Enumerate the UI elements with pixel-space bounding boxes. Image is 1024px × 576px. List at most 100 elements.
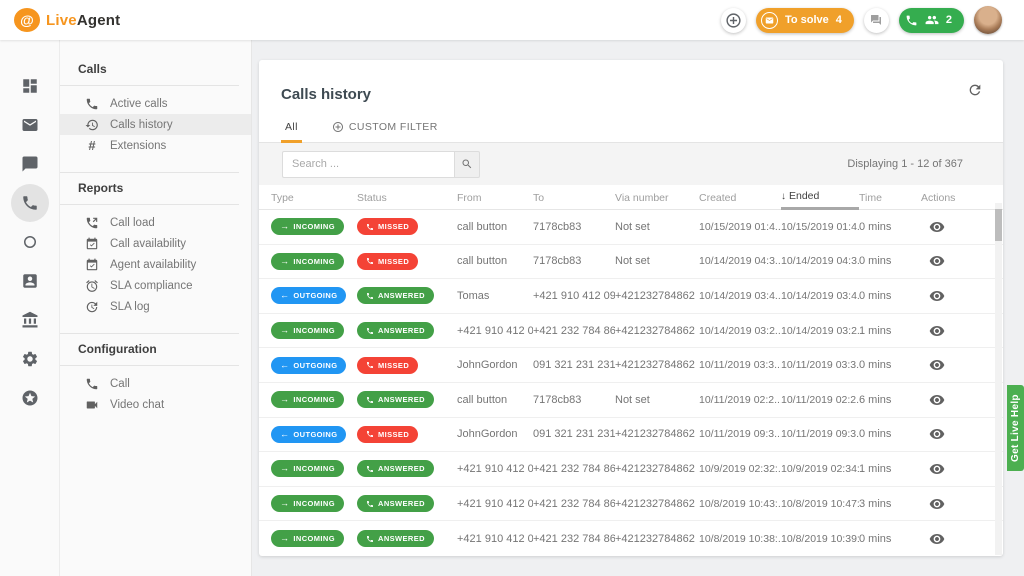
phone-icon <box>366 535 374 543</box>
sidebar-item-agent-availability[interactable]: Agent availability <box>60 254 251 275</box>
sidebar-item-call-availability[interactable]: Call availability <box>60 233 251 254</box>
phone-icon <box>21 194 39 212</box>
eye-icon <box>929 323 945 339</box>
phone-icon <box>366 257 374 265</box>
sidebar-item-sla-log[interactable]: SLA log <box>60 296 251 317</box>
view-call-button[interactable] <box>921 426 945 442</box>
table-scrollbar[interactable] <box>995 203 1002 555</box>
chats-button[interactable] <box>864 8 889 33</box>
rail-item-contacts[interactable] <box>11 262 49 300</box>
section-divider <box>60 365 239 366</box>
rail-item-settings[interactable] <box>11 340 49 378</box>
table-row[interactable]: →INCOMINGMISSEDcall button7178cb83Not se… <box>259 210 1003 245</box>
cell-via-number: +421232784862 <box>615 290 699 302</box>
view-call-button[interactable] <box>921 357 945 373</box>
sidebar-item-call-load[interactable]: Call load <box>60 212 251 233</box>
scrollbar-thumb[interactable] <box>995 209 1002 241</box>
column-header-ended[interactable]: ↓Ended <box>781 185 859 210</box>
to-solve-button[interactable]: To solve 4 <box>756 8 854 33</box>
tab-all[interactable]: All <box>281 121 302 142</box>
table-row[interactable]: ←OUTGOINGANSWEREDTomas+421 910 412 090+4… <box>259 279 1003 314</box>
view-call-button[interactable] <box>921 219 945 235</box>
cell-created: 10/15/2019 01:4... <box>699 221 781 233</box>
cell-created: 10/14/2019 04:3... <box>699 255 781 267</box>
view-call-button[interactable] <box>921 253 945 269</box>
view-call-button[interactable] <box>921 288 945 304</box>
column-header-via[interactable]: Via number <box>615 185 699 210</box>
column-label: Type <box>271 192 294 204</box>
tab-custom-filter[interactable]: CUSTOM FILTER <box>328 121 442 142</box>
cell-via-number: +421232784862 <box>615 498 699 510</box>
cell-created: 10/11/2019 02:2... <box>699 394 781 406</box>
sidebar-item-label: Call load <box>110 217 155 229</box>
cell-type: →INCOMING <box>271 530 357 547</box>
cell-from: +421 910 412 090 <box>457 325 533 337</box>
cell-status: MISSED <box>357 253 457 270</box>
cell-created: 10/8/2019 10:43:... <box>699 498 781 510</box>
rail-item-phone[interactable] <box>11 184 49 222</box>
search-button[interactable] <box>454 151 480 178</box>
eye-icon <box>929 253 945 269</box>
cell-via-number: +421232784862 <box>615 428 699 440</box>
rail-item-addons[interactable] <box>11 379 49 417</box>
view-call-button[interactable] <box>921 531 945 547</box>
type-badge: →INCOMING <box>271 495 344 512</box>
table-row[interactable]: →INCOMINGANSWERED+421 910 412 090+421 23… <box>259 452 1003 487</box>
column-header-from[interactable]: From <box>457 185 533 210</box>
view-call-button[interactable] <box>921 496 945 512</box>
phone-icon <box>366 396 374 404</box>
table-row[interactable]: →INCOMINGMISSEDcall button7178cb83Not se… <box>259 245 1003 280</box>
view-call-button[interactable] <box>921 461 945 477</box>
rail-item-chat[interactable] <box>11 145 49 183</box>
sidebar-item-extensions[interactable]: #Extensions <box>60 135 251 156</box>
column-header-actions[interactable]: Actions <box>921 185 1003 210</box>
add-new-button[interactable] <box>721 8 746 33</box>
type-badge: →INCOMING <box>271 218 344 235</box>
column-label: Status <box>357 192 387 204</box>
column-header-created[interactable]: Created <box>699 185 781 210</box>
rail-item-ring[interactable] <box>11 223 49 261</box>
sidebar-item-sla-compliance[interactable]: SLA compliance <box>60 275 251 296</box>
cell-actions <box>921 323 1003 339</box>
table-row[interactable]: ←OUTGOINGMISSEDJohnGordon091 321 231 231… <box>259 348 1003 383</box>
view-call-button[interactable] <box>921 392 945 408</box>
sidebar-item-video-chat[interactable]: Video chat <box>60 394 251 415</box>
rail-item-mail[interactable] <box>11 106 49 144</box>
cell-created: 10/11/2019 09:3... <box>699 428 781 440</box>
table-row[interactable]: →INCOMINGANSWEREDcall button7178cb83Not … <box>259 383 1003 418</box>
card-header: Calls history <box>259 60 1003 115</box>
column-header-to[interactable]: To <box>533 185 615 210</box>
cell-time: 0 mins <box>859 359 921 371</box>
table-row[interactable]: ←OUTGOINGMISSEDJohnGordon091 321 231 231… <box>259 418 1003 453</box>
calls-online-button[interactable]: 2 <box>899 8 964 33</box>
type-badge: →INCOMING <box>271 460 344 477</box>
status-badge: ANSWERED <box>357 391 434 408</box>
search-input[interactable] <box>282 151 454 178</box>
view-call-button[interactable] <box>921 323 945 339</box>
column-header-time[interactable]: Time <box>859 185 921 210</box>
search-icon <box>461 158 473 170</box>
user-avatar[interactable] <box>974 6 1002 34</box>
rail-item-dashboard[interactable] <box>11 67 49 105</box>
table-row[interactable]: →INCOMINGANSWERED+421 910 412 090+421 23… <box>259 314 1003 349</box>
table-row[interactable]: →INCOMINGANSWERED+421 910 412 090+421 23… <box>259 487 1003 522</box>
sidebar-item-call[interactable]: Call <box>60 373 251 394</box>
table-row[interactable]: →INCOMINGANSWERED+421 910 412 090+421 23… <box>259 521 1003 556</box>
cell-from: JohnGordon <box>457 428 533 440</box>
app-logo[interactable]: @ LiveAgent <box>0 8 120 32</box>
arrow-right-icon: → <box>280 257 289 266</box>
column-header-type[interactable]: Type <box>271 185 357 210</box>
cell-ended: 10/8/2019 10:39:... <box>781 533 859 545</box>
sidebar-item-calls-history[interactable]: Calls history <box>60 114 251 135</box>
rail-item-academy[interactable] <box>11 301 49 339</box>
cell-to: 7178cb83 <box>533 255 615 267</box>
section-divider <box>60 85 239 86</box>
sidebar-item-active-calls[interactable]: Active calls <box>60 93 251 114</box>
column-header-status[interactable]: Status <box>357 185 457 210</box>
get-live-help-tab[interactable]: Get Live Help <box>1007 385 1024 471</box>
cell-time: 1 mins <box>859 463 921 475</box>
cell-status: ANSWERED <box>357 391 457 408</box>
refresh-button[interactable] <box>967 82 983 101</box>
cell-from: +421 910 412 090 <box>457 498 533 510</box>
displaying-count: Displaying 1 - 12 of 367 <box>847 158 963 170</box>
